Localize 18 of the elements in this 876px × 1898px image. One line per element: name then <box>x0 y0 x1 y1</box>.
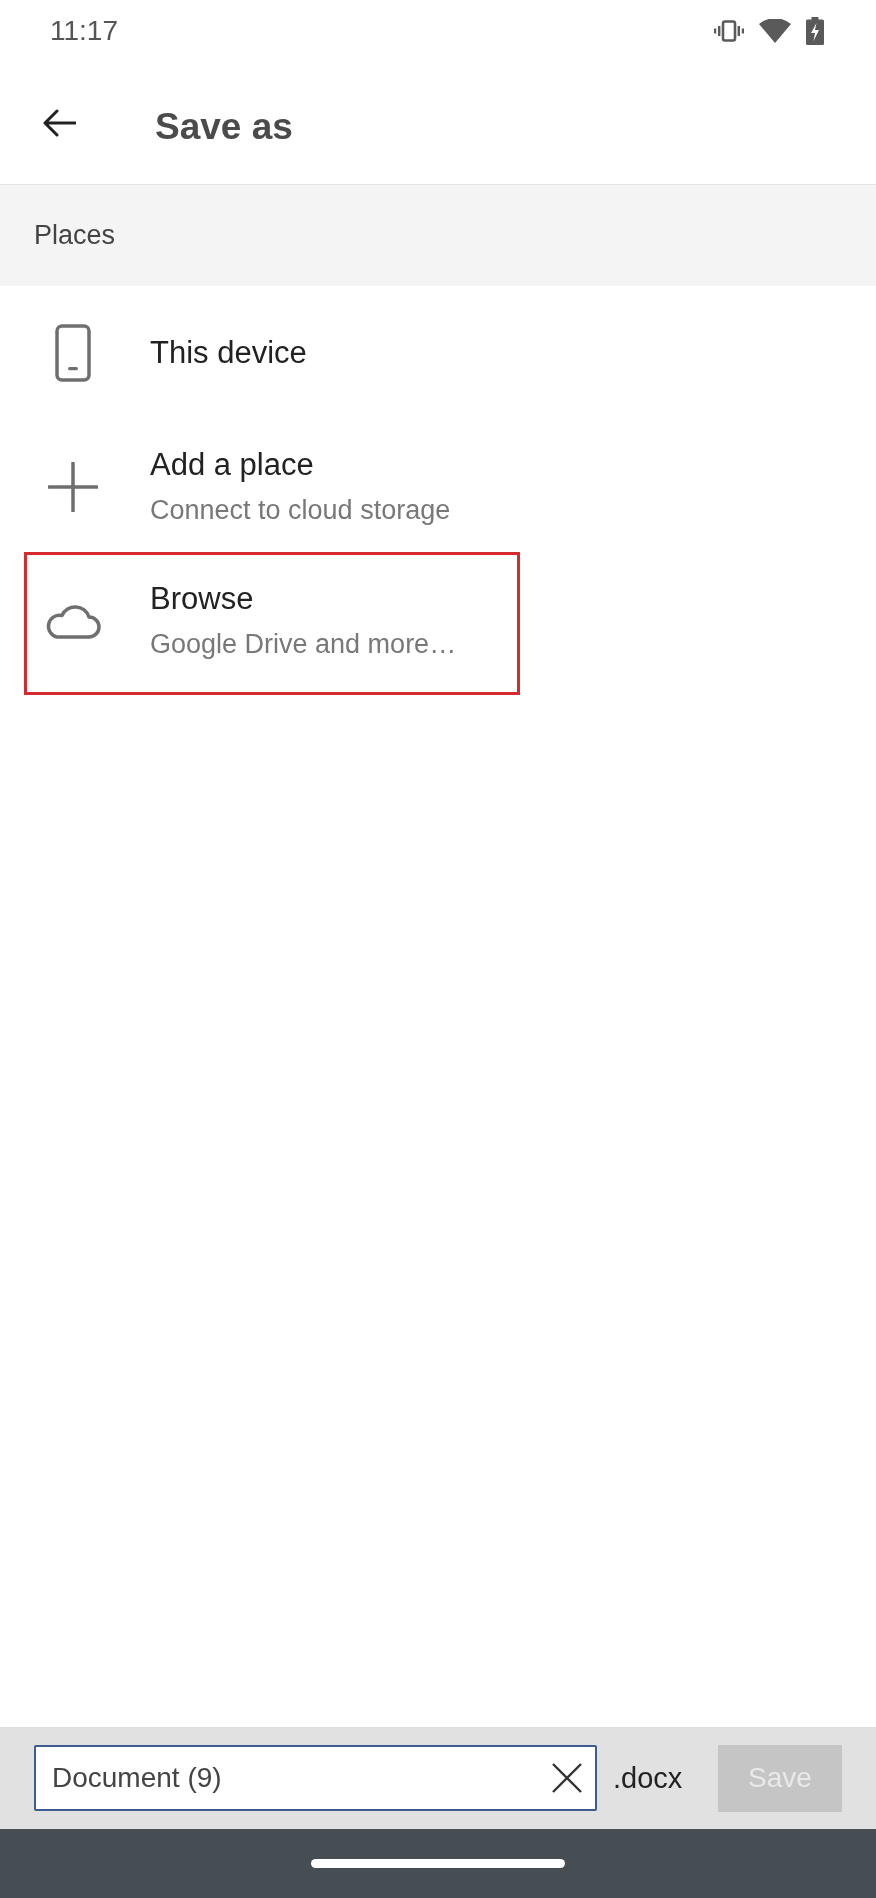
place-name[interactable]: Add a place <box>150 444 451 486</box>
phone-icon <box>55 324 91 382</box>
page-title: Save as <box>155 107 293 145</box>
section-title: Places <box>34 222 116 249</box>
close-icon <box>551 1762 583 1794</box>
plus-icon <box>48 462 98 512</box>
file-name-field[interactable]: Document (9) <box>34 1745 597 1811</box>
place-name[interactable]: This device <box>150 332 307 374</box>
battery-charging-icon <box>806 17 824 45</box>
wifi-icon <box>759 19 791 43</box>
place-description: Google Drive and more… <box>150 628 457 661</box>
cloud-icon <box>45 602 101 640</box>
vibrate-icon <box>714 20 744 42</box>
place-name[interactable]: Browse <box>150 578 457 620</box>
arrow-left-icon <box>42 109 76 137</box>
status-time: 11:17 <box>50 17 118 45</box>
file-extension: .docx <box>613 1763 683 1793</box>
place-description: Connect to cloud storage <box>150 494 451 527</box>
